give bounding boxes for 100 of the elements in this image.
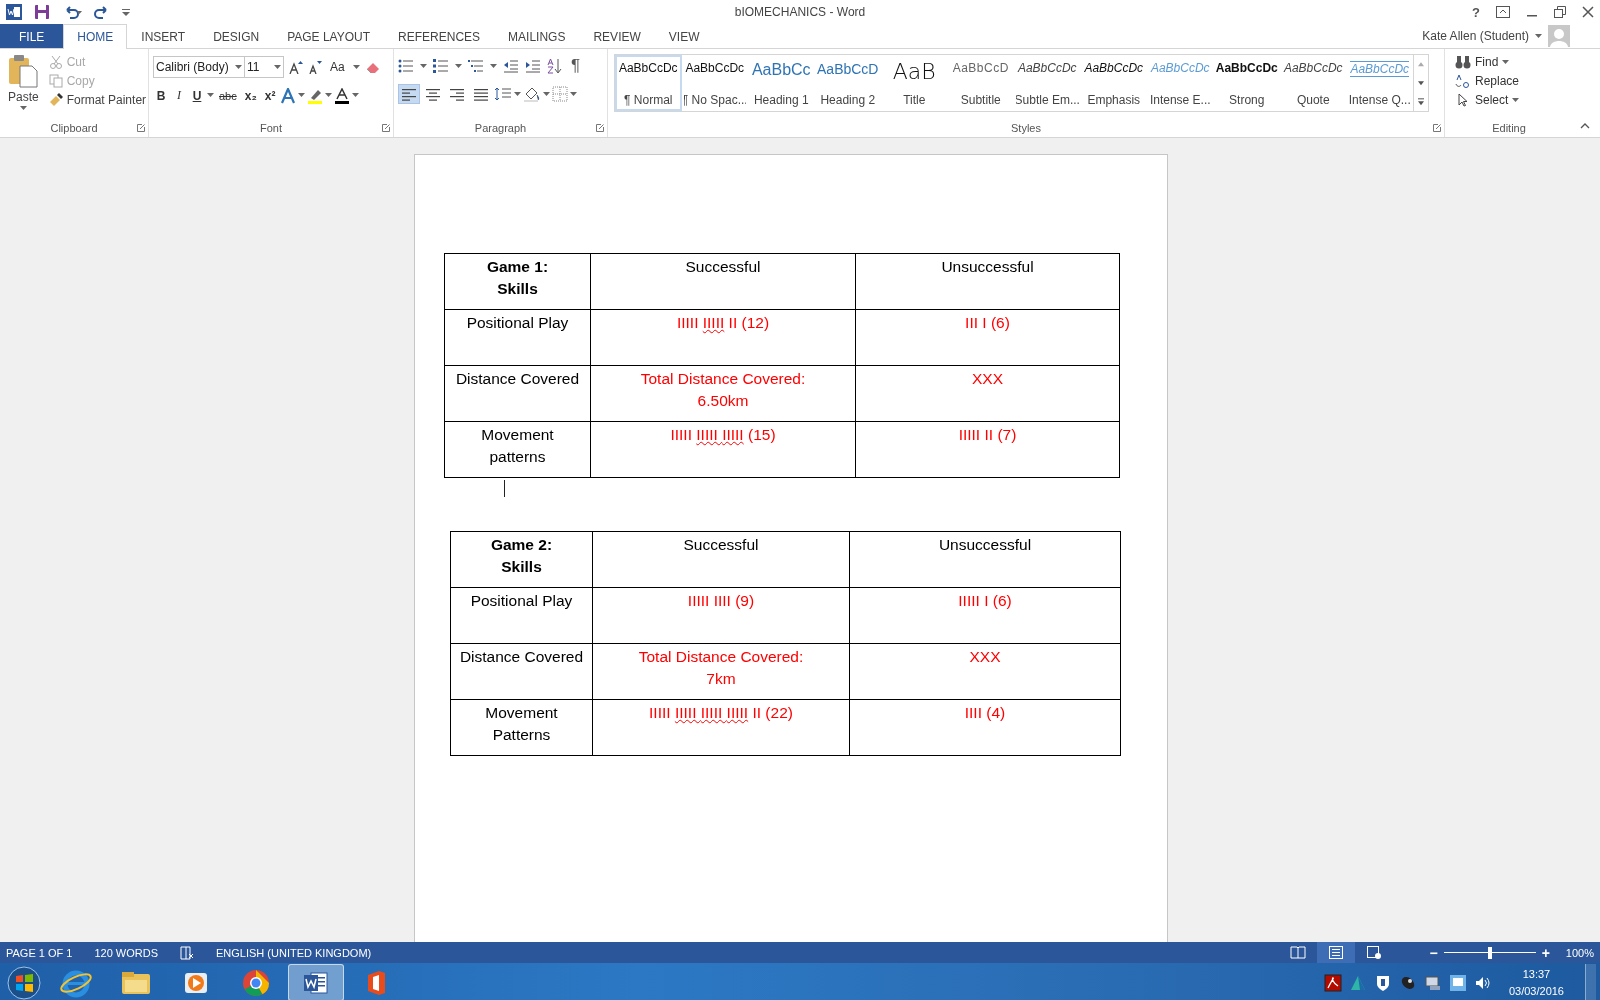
account-name[interactable]: Kate Allen (Student) [1422, 29, 1529, 43]
bold-button[interactable]: B [153, 86, 169, 105]
dropdown-icon[interactable] [543, 91, 550, 97]
restore-icon[interactable] [1554, 6, 1566, 18]
dialog-launcher-icon[interactable] [137, 124, 145, 132]
style-option[interactable]: AaBbCcDc Intense Q... [1346, 55, 1413, 111]
ribbon-tab[interactable]: HOME [63, 24, 128, 49]
line-spacing-icon[interactable] [494, 87, 512, 101]
dropdown-icon[interactable] [352, 64, 360, 70]
font-size-field[interactable]: 11 [244, 56, 284, 78]
word-count[interactable]: 120 WORDS [94, 946, 158, 959]
dropdown-icon[interactable] [420, 63, 427, 69]
dropdown-icon[interactable] [325, 93, 333, 98]
shrink-font-icon[interactable] [308, 60, 322, 74]
pdf-icon[interactable] [1323, 973, 1342, 992]
taskbar-button[interactable] [288, 964, 344, 1000]
dialog-launcher-icon[interactable] [382, 124, 390, 132]
zoom-out-button[interactable]: − [1429, 944, 1438, 961]
ribbon-tab[interactable]: DESIGN [199, 24, 274, 48]
dropdown-icon[interactable] [352, 93, 360, 98]
dropdown-icon[interactable] [570, 91, 577, 97]
dropdown-icon[interactable] [235, 64, 242, 70]
style-option[interactable]: AaBbCcDc Quote [1280, 55, 1347, 111]
underline-button[interactable]: U [189, 86, 205, 105]
find-button[interactable]: Find [1455, 55, 1520, 69]
redo-icon[interactable] [94, 4, 110, 20]
account-dropdown-icon[interactable] [1535, 33, 1542, 39]
proofing-icon[interactable] [180, 945, 194, 960]
zoom-in-button[interactable]: + [1541, 944, 1550, 961]
ribbon-tab[interactable]: INSERT [127, 24, 200, 48]
change-case-button[interactable]: Aa [327, 58, 348, 76]
help-button[interactable]: ? [1472, 4, 1480, 20]
customize-icon[interactable] [122, 8, 130, 16]
show-formatting-button[interactable]: ¶ [569, 56, 583, 76]
collapse-ribbon-icon[interactable] [1580, 123, 1590, 129]
grow-font-icon[interactable] [289, 60, 303, 74]
dropdown-icon[interactable] [514, 91, 521, 97]
style-option[interactable]: AaBbCcDc Subtle Em... [1014, 55, 1081, 111]
start-orb-icon[interactable] [7, 965, 41, 1000]
highlighter-icon[interactable] [307, 87, 324, 104]
close-icon[interactable] [1582, 6, 1594, 18]
page-count[interactable]: PAGE 1 OF 1 [6, 946, 73, 959]
font-color-icon[interactable] [334, 87, 351, 104]
sort-icon[interactable] [547, 58, 563, 74]
table-cell: IIIII I (6) [850, 588, 1121, 644]
font-name-field[interactable]: Calibri (Body) [153, 56, 245, 78]
dropdown-icon[interactable] [1502, 59, 1510, 65]
style-option[interactable]: AaBbCcDc Intense E... [1147, 55, 1214, 111]
style-option[interactable]: AaBbCcDc Strong [1213, 55, 1280, 111]
decrease-indent-icon[interactable] [503, 59, 519, 73]
monitor-icon[interactable] [1448, 973, 1467, 992]
table-cell: IIIII II (7) [856, 422, 1120, 478]
ribbon-tab[interactable]: PAGE LAYOUT [273, 24, 385, 48]
italic-button[interactable]: I [171, 86, 187, 105]
group-label: Paragraph [474, 122, 527, 136]
multilevel-list-icon[interactable] [468, 59, 484, 73]
eraser-icon[interactable] [364, 60, 381, 74]
style-option[interactable]: AaBbCc Heading 1 [748, 55, 815, 111]
dropdown-icon[interactable] [490, 63, 497, 69]
style-option[interactable]: AaB Title [881, 55, 948, 111]
shading-icon[interactable] [523, 86, 541, 102]
strikethrough-button[interactable]: abc [216, 87, 240, 104]
bullets-icon[interactable] [398, 59, 414, 73]
language-indicator[interactable]: ENGLISH (UNITED KINGDOM) [216, 946, 372, 959]
clock[interactable]: 13:37 03/03/2016 [1508, 965, 1564, 1000]
increase-indent-icon[interactable] [525, 59, 541, 73]
dropdown-icon[interactable] [455, 63, 462, 69]
text-effects-icon[interactable] [280, 87, 297, 104]
table-cell: IIII (4) [850, 700, 1121, 756]
network-icon[interactable] [1423, 973, 1442, 992]
dropdown-icon[interactable] [1512, 97, 1520, 103]
style-option[interactable]: AaBbCcD Subtitle [947, 55, 1014, 111]
dropdown-icon[interactable] [274, 64, 281, 70]
replace-icon [1455, 74, 1471, 88]
table-cell: XXX [856, 366, 1120, 422]
ribbon-tab[interactable]: MAILINGS [494, 24, 580, 48]
superscript-button[interactable]: x² [261, 86, 279, 105]
dialog-launcher-icon[interactable] [596, 124, 604, 132]
format-painter-button[interactable]: Format Painter [46, 92, 149, 108]
style-option[interactable]: AaBbCcD Heading 2 [814, 55, 881, 111]
subscript-button[interactable]: x₂ [241, 86, 260, 105]
ribbon-tab[interactable]: REFERENCES [384, 24, 495, 48]
table-cell: IIIII IIII (9) [593, 588, 850, 644]
dropdown-icon[interactable] [19, 106, 27, 111]
ribbon-tab[interactable]: REVIEW [579, 24, 655, 48]
paste-button[interactable]: Paste [4, 52, 43, 122]
align-left-button[interactable] [398, 84, 420, 104]
print-layout-button[interactable] [1317, 942, 1356, 963]
file-tab[interactable]: FILE [0, 24, 64, 48]
ribbon-tab[interactable]: VIEW [654, 24, 714, 48]
dropdown-icon[interactable] [207, 93, 214, 98]
style-option[interactable]: AaBbCcDc Emphasis [1080, 55, 1147, 111]
zoom-level[interactable]: 100% [1565, 946, 1594, 959]
numbering-icon[interactable] [433, 59, 449, 73]
dialog-launcher-icon[interactable] [1433, 124, 1441, 132]
ribbon-display-icon[interactable] [1496, 6, 1510, 18]
dropdown-icon[interactable] [298, 93, 306, 98]
style-option[interactable]: AaBbCcDc ¶ Normal [615, 55, 682, 111]
select-button[interactable]: Select [1455, 93, 1520, 107]
replace-button[interactable]: Replace [1455, 74, 1520, 88]
